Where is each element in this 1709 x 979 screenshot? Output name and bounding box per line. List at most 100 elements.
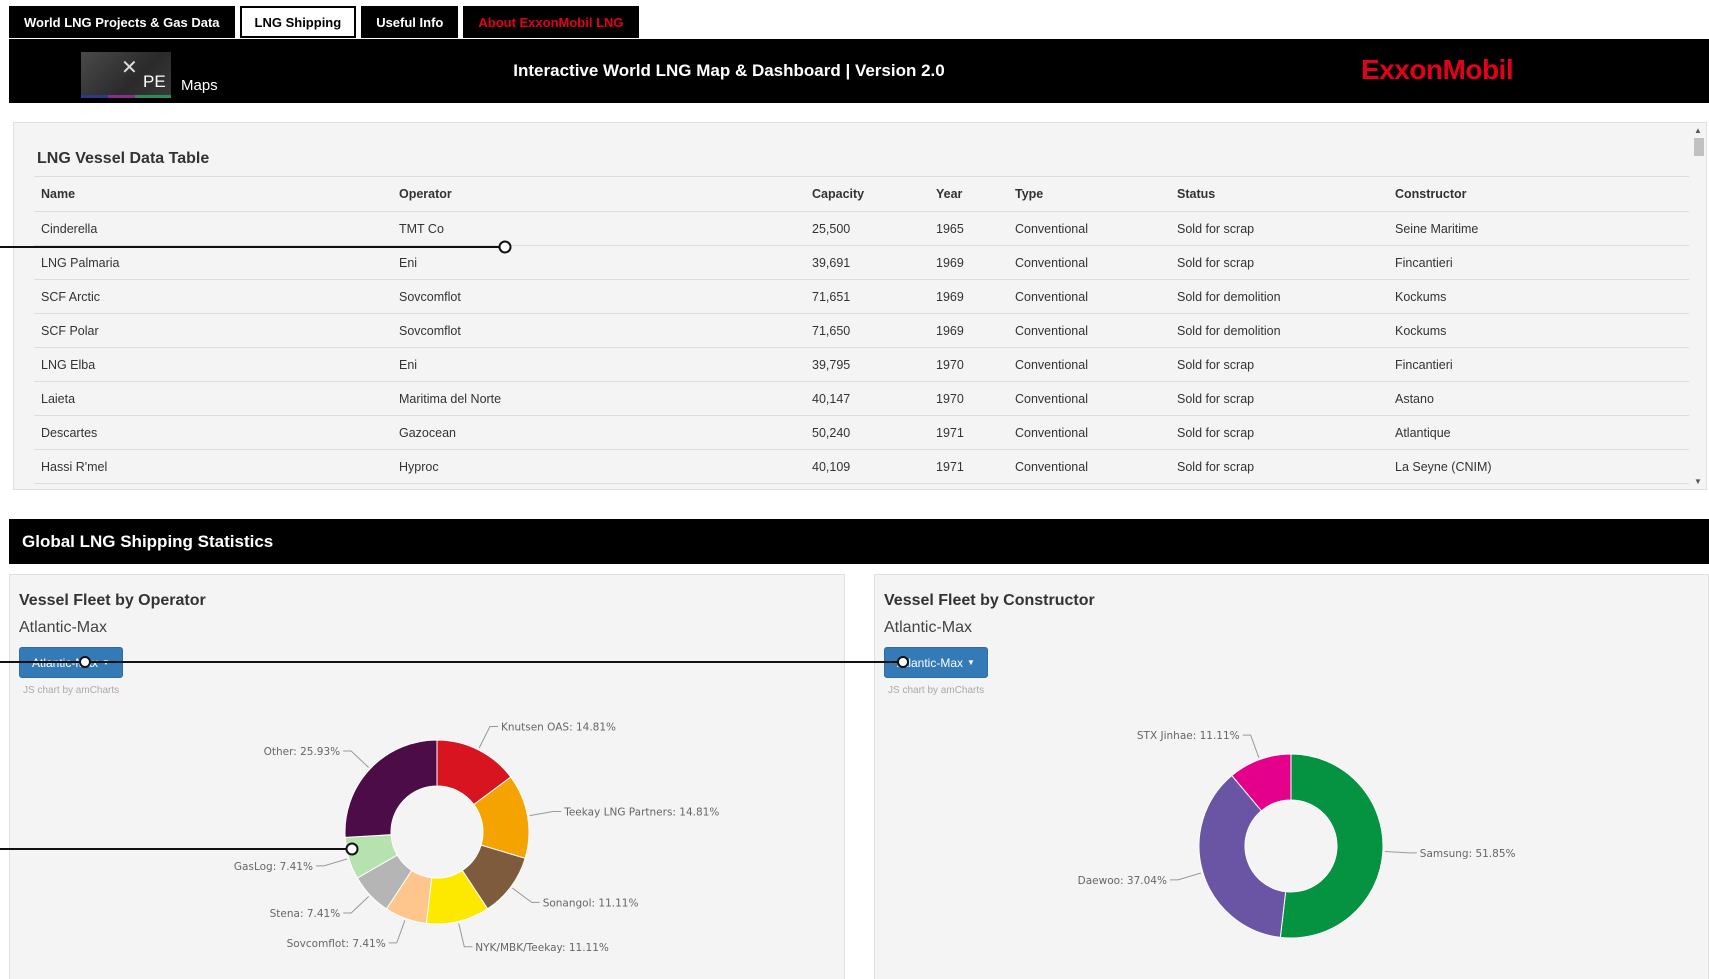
cell-type: Conventional — [1008, 279, 1170, 314]
cell-name: Cinderella — [34, 211, 392, 246]
slice-label: GasLog: 7.41% — [234, 861, 313, 873]
column-header-year[interactable]: Year — [929, 176, 1008, 212]
cell-status: Sold for scrap — [1170, 449, 1388, 484]
slice-label: Stena: 7.41% — [270, 908, 341, 920]
table-row[interactable]: LNG Elba Eni 39,795 1970 Conventional So… — [34, 347, 1689, 382]
cell-year: 1965 — [929, 211, 1008, 246]
logo-color-bar — [81, 95, 171, 98]
table-row[interactable]: Hassi R'mel Hyproc 40,109 1971 Conventio… — [34, 449, 1689, 484]
pie-slice-other[interactable] — [344, 739, 438, 838]
scroll-down-icon[interactable]: ▼ — [1694, 477, 1702, 486]
cell-constructor: Atlantique — [1388, 415, 1689, 450]
column-header-capacity[interactable]: Capacity — [805, 176, 929, 212]
cell-constructor: Fincantieri — [1388, 347, 1689, 382]
table-scrollbar[interactable]: ▲ ▼ — [1691, 123, 1706, 489]
slice-label: NYK/MBK/Teekay: 11.11% — [475, 942, 609, 954]
table-header-row: Name Operator Capacity Year Type Status … — [34, 176, 1689, 212]
header-bar: ✕ PE Maps Interactive World LNG Map & Da… — [9, 39, 1709, 103]
cell-capacity: 50,240 — [805, 415, 929, 450]
cell-constructor: La Seyne (CNIM) — [1388, 449, 1689, 484]
column-header-name[interactable]: Name — [34, 176, 392, 212]
cell-capacity: 71,650 — [805, 313, 929, 348]
cell-year: 1971 — [929, 449, 1008, 484]
cell-type: Conventional — [1008, 211, 1170, 246]
table-row[interactable]: LNG Palmaria Eni 39,691 1969 Conventiona… — [34, 245, 1689, 280]
scroll-up-icon[interactable]: ▲ — [1694, 126, 1702, 135]
cell-status: Sold for demolition — [1170, 313, 1388, 348]
table-row[interactable]: Cinderella TMT Co 25,500 1965 Convention… — [34, 211, 1689, 246]
cell-status: Sold for scrap — [1170, 211, 1388, 246]
vessel-table: Name Operator Capacity Year Type Status … — [34, 176, 1689, 484]
nav-useful-info[interactable]: Useful Info — [361, 6, 459, 38]
cell-status: Sold for demolition — [1170, 279, 1388, 314]
constructor-donut-chart: Samsung: 51.85% Daewoo: 37.04% STX Jinhae:… — [1078, 730, 1516, 939]
cell-constructor: Kockums — [1388, 313, 1689, 348]
slice-leader-line — [1242, 734, 1260, 758]
cell-name: Laieta — [34, 381, 392, 416]
cell-capacity: 39,691 — [805, 245, 929, 280]
operator-donut-chart: Knutsen OAS: 14.81% Teekay LNG Partners: … — [234, 722, 719, 954]
vessel-table-title: LNG Vessel Data Table — [37, 150, 210, 167]
cell-year: 1969 — [929, 279, 1008, 314]
column-header-status[interactable]: Status — [1170, 176, 1388, 212]
cell-type: Conventional — [1008, 347, 1170, 382]
nav-lng-shipping[interactable]: LNG Shipping — [239, 6, 357, 38]
table-row[interactable]: Laieta Maritima del Norte 40,147 1970 Co… — [34, 381, 1689, 416]
cell-constructor: Seine Maritime — [1388, 211, 1689, 246]
cell-capacity: 40,109 — [805, 449, 929, 484]
scrollbar-thumb[interactable] — [1694, 138, 1704, 156]
top-nav: World LNG Projects & Gas Data LNG Shippi… — [9, 6, 639, 38]
cell-year: 1970 — [929, 347, 1008, 382]
cell-operator: Sovcomflot — [392, 279, 805, 314]
slice-leader-line — [1384, 850, 1417, 854]
cell-type: Conventional — [1008, 381, 1170, 416]
exxonmobil-logo[interactable]: ExxonMobil — [1361, 54, 1514, 86]
slice-leader-line — [478, 726, 498, 749]
constructor-chart-panel: Vessel Fleet by Constructor Atlantic-Max… — [874, 574, 1709, 979]
slice-leader-line — [315, 858, 348, 867]
slice-leader-line — [388, 920, 406, 944]
cell-type: Conventional — [1008, 313, 1170, 348]
column-header-constructor[interactable]: Constructor — [1388, 176, 1689, 212]
slice-leader-line — [343, 750, 369, 768]
column-header-type[interactable]: Type — [1008, 176, 1170, 212]
cell-constructor: Fincantieri — [1388, 245, 1689, 280]
slice-label: Sonangol: 11.11% — [543, 897, 639, 909]
cell-year: 1971 — [929, 415, 1008, 450]
cell-capacity: 25,500 — [805, 211, 929, 246]
cell-year: 1969 — [929, 313, 1008, 348]
cell-capacity: 40,147 — [805, 381, 929, 416]
cell-capacity: 71,651 — [805, 279, 929, 314]
cell-type: Conventional — [1008, 245, 1170, 280]
stats-section-header: Global LNG Shipping Statistics — [9, 519, 1709, 564]
cell-status: Sold for scrap — [1170, 347, 1388, 382]
slice-label: Other: 25.93% — [264, 746, 341, 758]
cell-name: Hassi R'mel — [34, 449, 392, 484]
pie-slice-samsung[interactable] — [1279, 753, 1384, 939]
cell-operator: Sovcomflot — [392, 313, 805, 348]
column-header-operator[interactable]: Operator — [392, 176, 805, 212]
slice-label: STX Jinhae: 11.11% — [1137, 730, 1240, 742]
table-row[interactable]: Descartes Gazocean 50,240 1971 Conventio… — [34, 415, 1689, 450]
cell-capacity: 39,795 — [805, 347, 929, 382]
table-row[interactable]: SCF Polar Sovcomflot 71,650 1969 Convent… — [34, 313, 1689, 348]
cell-constructor: Astano — [1388, 381, 1689, 416]
table-row[interactable]: SCF Arctic Sovcomflot 71,651 1969 Conven… — [34, 279, 1689, 314]
cell-status: Sold for scrap — [1170, 381, 1388, 416]
cell-status: Sold for scrap — [1170, 245, 1388, 280]
slice-leader-line — [458, 923, 473, 948]
cell-type: Conventional — [1008, 415, 1170, 450]
cell-name: Descartes — [34, 415, 392, 450]
cell-year: 1970 — [929, 381, 1008, 416]
cell-operator: Eni — [392, 245, 805, 280]
cell-type: Conventional — [1008, 449, 1170, 484]
vessel-table-panel: LNG Vessel Data Table Name Operator Capa… — [13, 122, 1707, 490]
cell-operator: Eni — [392, 347, 805, 382]
nav-world-lng-projects[interactable]: World LNG Projects & Gas Data — [9, 6, 235, 38]
cell-constructor: Kockums — [1388, 279, 1689, 314]
slice-label: Knutsen OAS: 14.81% — [501, 722, 616, 734]
cell-status: Sold for scrap — [1170, 415, 1388, 450]
slice-leader-line — [1169, 872, 1202, 881]
cell-operator: Maritima del Norte — [392, 381, 805, 416]
nav-about-exxonmobil-lng[interactable]: About ExxonMobil LNG — [463, 6, 639, 38]
